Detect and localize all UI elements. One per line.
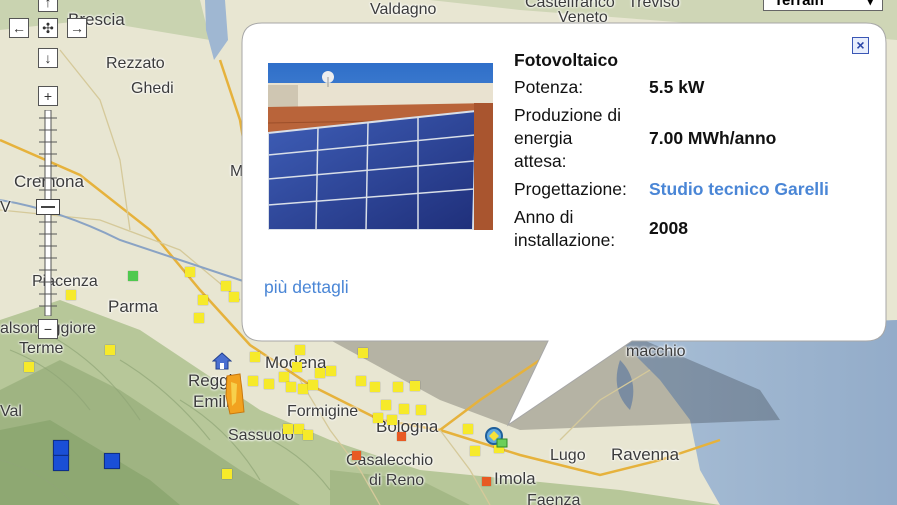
- produzione-value: 7.00 MWh/anno: [649, 128, 777, 148]
- close-icon[interactable]: ×: [852, 37, 869, 54]
- produzione-label-line1: Produzione di: [514, 105, 622, 125]
- anno-label-line1: Anno di: [514, 207, 574, 227]
- produzione-label-line3: attesa:: [514, 151, 567, 171]
- anno-value: 2008: [649, 218, 688, 238]
- solar-panel-photo: [268, 63, 493, 230]
- potenza-label: Potenza:: [514, 77, 584, 97]
- info-title: Fotovoltaico: [514, 50, 619, 70]
- progettazione-link[interactable]: Studio tecnico Garelli: [649, 178, 829, 200]
- progettazione-label: Progettazione:: [514, 179, 627, 199]
- potenza-value: 5.5 kW: [649, 77, 705, 97]
- produzione-label-line2: energia: [514, 128, 573, 148]
- anno-label-line2: installazione:: [514, 230, 616, 250]
- details-link[interactable]: più dettagli: [264, 276, 349, 298]
